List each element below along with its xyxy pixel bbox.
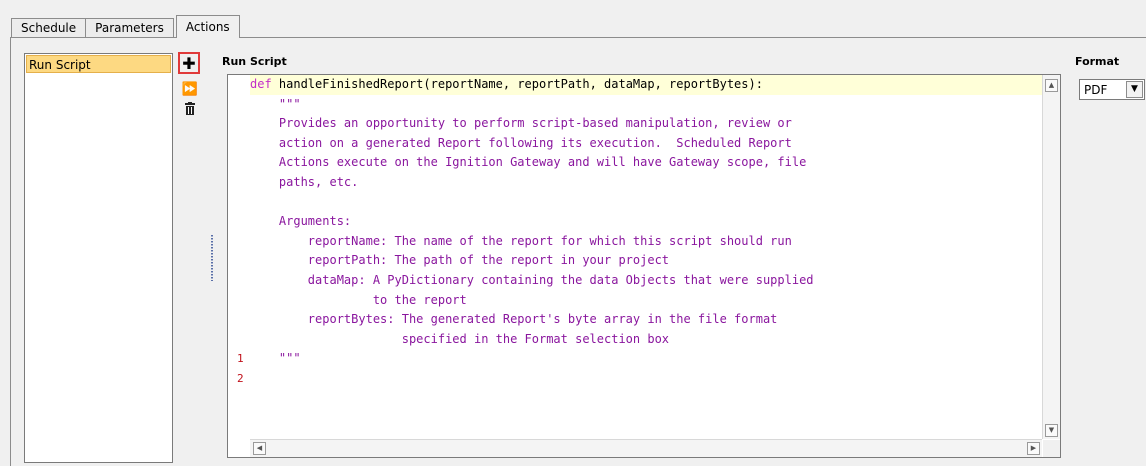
line-number: 1 xyxy=(237,352,244,366)
delete-action-button[interactable] xyxy=(179,97,201,119)
action-list[interactable]: Run Script xyxy=(24,53,173,463)
horizontal-scrollbar[interactable]: ◀ ▶ xyxy=(250,439,1042,457)
code-line[interactable]: reportBytes: The generated Report's byte… xyxy=(250,310,1042,330)
code-line[interactable]: def handleFinishedReport(reportName, rep… xyxy=(250,75,1042,95)
code-line[interactable] xyxy=(250,193,1042,213)
code-line[interactable]: reportName: The name of the report for w… xyxy=(250,232,1042,252)
format-select[interactable]: PDF ▼ xyxy=(1079,79,1145,100)
chevron-down-icon[interactable]: ▼ xyxy=(1126,81,1143,98)
scrollbar-corner xyxy=(1043,440,1060,457)
list-item-run-script[interactable]: Run Script xyxy=(26,55,171,73)
run-script-label: Run Script xyxy=(222,55,287,68)
code-keyword: def xyxy=(250,77,279,91)
trash-icon xyxy=(185,101,195,115)
scroll-right-icon[interactable]: ▶ xyxy=(1027,442,1040,455)
line-number: 2 xyxy=(237,372,244,385)
code-line[interactable]: specified in the Format selection box xyxy=(250,330,1042,350)
format-value: PDF xyxy=(1084,82,1108,97)
code-line[interactable]: """ xyxy=(250,95,1042,115)
code-line[interactable]: to the report xyxy=(250,291,1042,311)
code-line[interactable]: reportPath: The path of the report in yo… xyxy=(250,251,1042,271)
code-line[interactable]: """ xyxy=(250,349,1042,369)
scroll-down-icon[interactable]: ▼ xyxy=(1045,424,1058,437)
code-line[interactable]: paths, etc. xyxy=(250,173,1042,193)
splitter-handle[interactable] xyxy=(211,235,213,281)
plus-icon: ✚ xyxy=(182,53,196,73)
fast-forward-icon: ⏩ xyxy=(181,81,199,97)
vertical-scrollbar[interactable]: ▲ ▼ xyxy=(1042,75,1060,439)
code-line[interactable] xyxy=(250,369,1042,389)
code-signature: handleFinishedReport(reportName, reportP… xyxy=(278,77,763,91)
tab-schedule[interactable]: Schedule xyxy=(11,18,87,37)
tab-parameters[interactable]: Parameters xyxy=(85,18,174,37)
code-line[interactable]: action on a generated Report following i… xyxy=(250,134,1042,154)
code-line[interactable]: Arguments: xyxy=(250,212,1042,232)
tab-bar: Schedule Parameters Actions xyxy=(11,15,240,38)
script-editor[interactable]: 1 2 def handleFinishedReport(reportName,… xyxy=(227,74,1061,458)
scroll-left-icon[interactable]: ◀ xyxy=(253,442,266,455)
scroll-up-icon[interactable]: ▲ xyxy=(1045,79,1058,92)
add-action-button[interactable]: ✚ xyxy=(178,52,200,74)
code-line[interactable]: Provides an opportunity to perform scrip… xyxy=(250,114,1042,134)
format-label: Format xyxy=(1075,55,1120,68)
code-line[interactable]: Actions execute on the Ignition Gateway … xyxy=(250,153,1042,173)
code-area[interactable]: def handleFinishedReport(reportName, rep… xyxy=(250,75,1042,439)
tab-actions[interactable]: Actions xyxy=(175,15,240,38)
line-number-gutter: 1 2 xyxy=(228,75,250,439)
code-line[interactable]: dataMap: A PyDictionary containing the d… xyxy=(250,271,1042,291)
